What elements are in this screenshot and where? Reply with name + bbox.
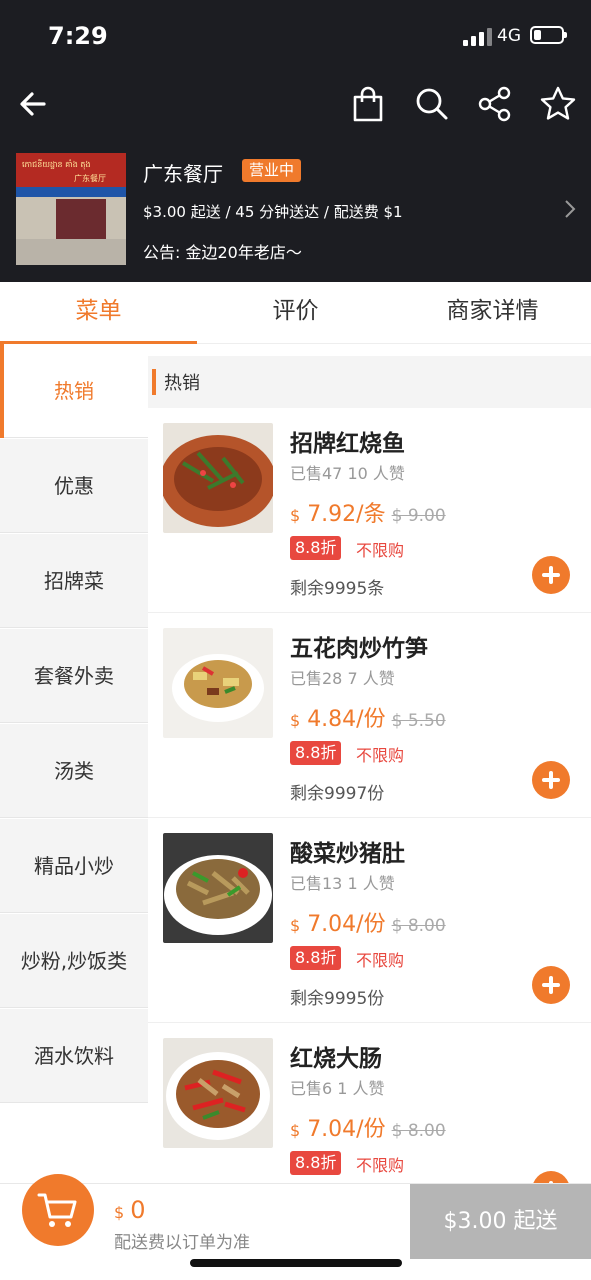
tab-menu[interactable]: 菜单	[0, 282, 197, 344]
status-time: 7:29	[48, 22, 108, 50]
section-header: 热销	[148, 356, 591, 408]
dish-photo	[163, 833, 273, 943]
item-name: 酸菜炒猪肚	[290, 841, 405, 867]
shopping-bag-icon[interactable]	[348, 84, 388, 124]
purchase-limit: 不限购	[356, 1156, 405, 1175]
item-stats: 已售13 1 人赞	[290, 874, 395, 893]
category-set-meal[interactable]: 套餐外卖	[0, 629, 148, 723]
discount-badge: 8.8折	[290, 741, 342, 765]
purchase-limit: 不限购	[356, 951, 405, 970]
category-signature[interactable]: 招牌菜	[0, 534, 148, 628]
shop-name: 广东餐厅	[143, 162, 223, 186]
cart-total: $0	[114, 1196, 146, 1224]
dish-photo	[163, 628, 273, 738]
home-indicator	[190, 1259, 402, 1267]
original-price: $ 9.00	[391, 506, 446, 526]
section-title: 热销	[164, 373, 200, 394]
battery-icon	[530, 26, 567, 44]
purchase-limit: 不限购	[356, 746, 405, 765]
purchase-limit: 不限购	[356, 541, 405, 560]
dish-photo	[163, 423, 273, 533]
chevron-right-icon[interactable]	[560, 199, 580, 219]
item-price: $ 4.84/份 $ 5.50	[290, 707, 446, 732]
back-arrow-icon[interactable]	[14, 84, 54, 124]
search-icon[interactable]	[412, 84, 452, 124]
menu-item[interactable]: 招牌红烧鱼 已售47 10 人赞 $ 7.92/条 $ 9.00 8.8折 不限购…	[148, 408, 591, 613]
discount-badge: 8.8折	[290, 946, 342, 970]
share-icon[interactable]	[475, 84, 515, 124]
network-type: 4G	[497, 26, 521, 46]
add-to-cart-button[interactable]	[532, 761, 570, 799]
item-stock: 剩余9995条	[290, 579, 385, 599]
delivery-fee-note: 配送费以订单为准	[114, 1233, 250, 1253]
dish-photo	[163, 1038, 273, 1148]
menu-list: 热销 招牌红烧鱼 已售47 10 人赞 $ 7.92/条 $ 9.00 8.8折 …	[148, 344, 591, 1184]
cart-bar: $0 配送费以订单为准 $3.00 起送	[0, 1174, 591, 1259]
item-price: $ 7.04/份 $ 8.00	[290, 912, 446, 937]
original-price: $ 8.00	[391, 1121, 446, 1141]
item-stock: 剩余9997份	[290, 784, 385, 804]
tab-merchant-details[interactable]: 商家详情	[394, 282, 591, 344]
shop-notice: 公告: 金边20年老店～	[143, 243, 302, 262]
item-stats: 已售6 1 人赞	[290, 1079, 385, 1098]
item-name: 红烧大肠	[290, 1046, 382, 1072]
star-icon[interactable]	[538, 84, 578, 124]
open-status-badge: 营业中	[242, 159, 302, 182]
add-to-cart-button[interactable]	[532, 556, 570, 594]
original-price: $ 5.50	[391, 711, 446, 731]
menu-item[interactable]: 酸菜炒猪肚 已售13 1 人赞 $ 7.04/份 $ 8.00 8.8折 不限购 …	[148, 818, 591, 1023]
category-stir-fry[interactable]: 精品小炒	[0, 819, 148, 913]
category-discount[interactable]: 优惠	[0, 439, 148, 533]
menu-item[interactable]: 红烧大肠 已售6 1 人赞 $ 7.04/份 $ 8.00 8.8折 不限购	[148, 1023, 591, 1184]
category-drinks[interactable]: 酒水饮料	[0, 1009, 148, 1103]
menu-item[interactable]: 五花肉炒竹笋 已售28 7 人赞 $ 4.84/份 $ 5.50 8.8折 不限购…	[148, 613, 591, 818]
original-price: $ 8.00	[391, 916, 446, 936]
category-noodles-rice[interactable]: 炒粉,炒饭类	[0, 914, 148, 1008]
category-soup[interactable]: 汤类	[0, 724, 148, 818]
discount-badge: 8.8折	[290, 536, 342, 560]
shop-photo: ភោជនីយដ្ឋាន គាំង តុង 广东餐厅	[16, 153, 126, 265]
add-to-cart-button[interactable]	[532, 966, 570, 1004]
status-bar: 7:29 4G	[0, 0, 591, 72]
shop-header: 7:29 4G ភោជនីយដ្ឋាន គាំង តុង 广东餐厅 广东餐厅 营…	[0, 0, 591, 282]
category-hot[interactable]: 热销	[0, 344, 148, 438]
checkout-button[interactable]: $3.00 起送	[410, 1184, 591, 1259]
tab-bar: 菜单 评价 商家详情	[0, 282, 591, 344]
category-sidebar: 热销 优惠 招牌菜 套餐外卖 汤类 精品小炒 炒粉,炒饭类 酒水饮料	[0, 344, 148, 1184]
discount-badge: 8.8折	[290, 1151, 342, 1175]
cart-button[interactable]	[22, 1174, 94, 1246]
shop-delivery-info: $3.00 起送 / 45 分钟送达 / 配送费 $1	[143, 203, 403, 221]
tab-reviews[interactable]: 评价	[197, 282, 394, 344]
item-stats: 已售47 10 人赞	[290, 464, 405, 483]
item-name: 五花肉炒竹笋	[290, 636, 428, 662]
signal-icon	[463, 28, 493, 46]
item-name: 招牌红烧鱼	[290, 431, 405, 457]
item-stock: 剩余9995份	[290, 989, 385, 1009]
item-price: $ 7.04/份 $ 8.00	[290, 1117, 446, 1142]
item-price: $ 7.92/条 $ 9.00	[290, 502, 446, 527]
cart-icon	[37, 1193, 77, 1227]
item-stats: 已售28 7 人赞	[290, 669, 395, 688]
